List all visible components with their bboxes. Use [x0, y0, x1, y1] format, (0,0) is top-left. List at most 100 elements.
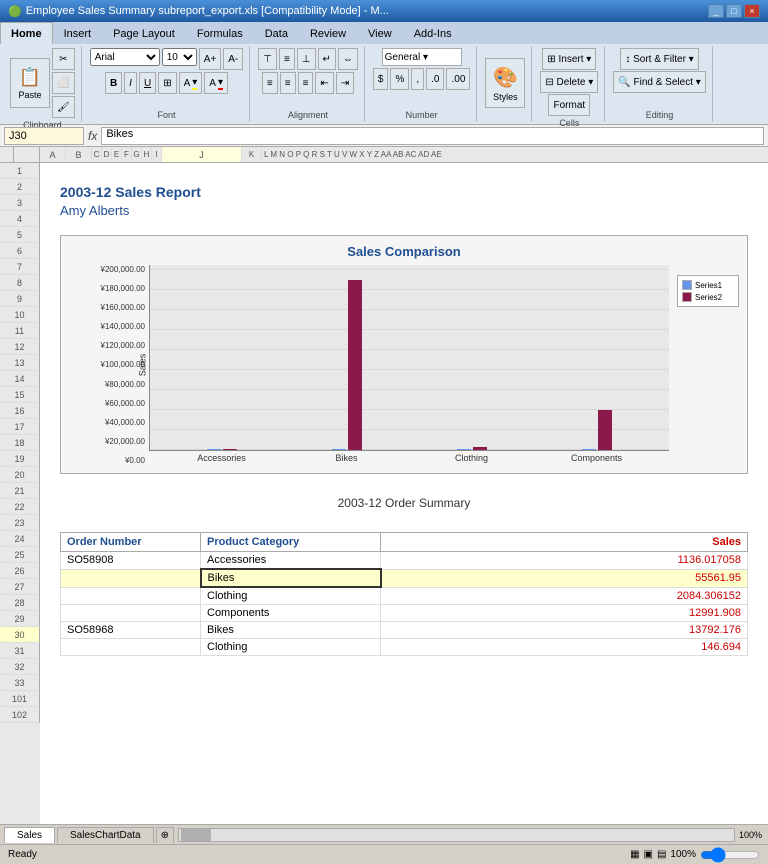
tab-add-ins[interactable]: Add-Ins [403, 22, 463, 44]
wrap-text-button[interactable]: ↵ [318, 48, 336, 70]
font-size-select[interactable]: 10 [162, 48, 197, 66]
row-10[interactable]: 10 [0, 307, 40, 323]
col-header-a[interactable]: A [40, 147, 66, 162]
row-3[interactable]: 3 [0, 195, 40, 211]
row-21[interactable]: 21 [0, 483, 40, 499]
row-11[interactable]: 11 [0, 323, 40, 339]
tab-data[interactable]: Data [254, 22, 299, 44]
underline-button[interactable]: U [139, 72, 156, 94]
close-button[interactable]: × [744, 4, 760, 18]
row-1[interactable]: 1 [0, 163, 40, 179]
col-header-d[interactable]: D [102, 147, 112, 162]
view-normal-icon[interactable]: ▦ [630, 849, 639, 860]
row-7[interactable]: 7 [0, 259, 40, 275]
tab-view[interactable]: View [357, 22, 403, 44]
row-4[interactable]: 4 [0, 211, 40, 227]
increase-indent-button[interactable]: ⇥ [336, 72, 354, 94]
row-15[interactable]: 15 [0, 387, 40, 403]
tab-home[interactable]: Home [0, 22, 53, 44]
col-header-g[interactable]: G [132, 147, 142, 162]
tab-formulas[interactable]: Formulas [186, 22, 254, 44]
col-header-c[interactable]: C [92, 147, 102, 162]
delete-button[interactable]: ⊟ Delete ▾ [540, 71, 598, 93]
row-102[interactable]: 102 [0, 707, 40, 723]
row-24[interactable]: 24 [0, 531, 40, 547]
row-5[interactable]: 5 [0, 227, 40, 243]
zoom-slider[interactable] [700, 849, 760, 861]
decrease-font-button[interactable]: A- [223, 48, 243, 70]
view-break-icon[interactable]: ▤ [657, 849, 666, 860]
align-right-button[interactable]: ≡ [298, 72, 314, 94]
increase-font-button[interactable]: A+ [199, 48, 222, 70]
col-header-e[interactable]: E [112, 147, 122, 162]
border-button[interactable]: ⊞ [158, 72, 176, 94]
col-header-h[interactable]: H [142, 147, 152, 162]
italic-button[interactable]: I [124, 72, 137, 94]
styles-big-button[interactable]: 🎨 Styles [485, 58, 525, 108]
font-color-button[interactable]: A▾ [204, 72, 228, 94]
format-painter-button[interactable]: 🖌 [52, 96, 75, 118]
row-29[interactable]: 29 [0, 611, 40, 627]
col-header-f[interactable]: F [122, 147, 132, 162]
find-select-button[interactable]: 🔍 Find & Select ▾ [613, 71, 706, 93]
currency-button[interactable]: $ [373, 68, 389, 90]
row-9[interactable]: 9 [0, 291, 40, 307]
tab-page-layout[interactable]: Page Layout [102, 22, 186, 44]
cell-reference-box[interactable]: J30 [4, 127, 84, 145]
col-header-i[interactable]: I [152, 147, 162, 162]
row-2[interactable]: 2 [0, 179, 40, 195]
col-header-b[interactable]: B [66, 147, 92, 162]
view-layout-icon[interactable]: ▣ [644, 849, 653, 860]
row-12[interactable]: 12 [0, 339, 40, 355]
sort-filter-button[interactable]: ↕ Sort & Filter ▾ [620, 48, 698, 70]
row-33[interactable]: 33 [0, 675, 40, 691]
merge-center-button[interactable]: ⇔ [338, 48, 358, 70]
font-family-select[interactable]: Arial [90, 48, 160, 66]
maximize-button[interactable]: □ [726, 4, 742, 18]
insert-button[interactable]: ⊞ Insert ▾ [542, 48, 596, 70]
sheet-tab-plus[interactable]: ⊕ [156, 827, 174, 843]
title-bar-controls[interactable]: _ □ × [708, 4, 760, 18]
row-14[interactable]: 14 [0, 371, 40, 387]
row-32[interactable]: 32 [0, 659, 40, 675]
tab-insert[interactable]: Insert [53, 22, 103, 44]
align-middle-button[interactable]: ≡ [279, 48, 295, 70]
bold-button[interactable]: B [105, 72, 122, 94]
fill-color-button[interactable]: A▾ [179, 72, 203, 94]
copy-button[interactable]: ⬜ [52, 72, 75, 94]
horizontal-scrollbar[interactable] [178, 828, 735, 842]
percent-button[interactable]: % [390, 68, 409, 90]
row-17[interactable]: 17 [0, 419, 40, 435]
tab-review[interactable]: Review [299, 22, 357, 44]
formula-input[interactable]: Bikes [101, 127, 764, 145]
cell-category-1-active[interactable]: Bikes [201, 569, 381, 587]
row-101[interactable]: 101 [0, 691, 40, 707]
row-13[interactable]: 13 [0, 355, 40, 371]
row-19[interactable]: 19 [0, 451, 40, 467]
row-18[interactable]: 18 [0, 435, 40, 451]
decrease-indent-button[interactable]: ⇤ [315, 72, 333, 94]
row-26[interactable]: 26 [0, 563, 40, 579]
decrease-decimal-button[interactable]: .0 [426, 68, 444, 90]
row-22[interactable]: 22 [0, 499, 40, 515]
row-20[interactable]: 20 [0, 467, 40, 483]
row-31[interactable]: 31 [0, 643, 40, 659]
number-format-box[interactable]: General ▾ [382, 48, 462, 66]
row-25[interactable]: 25 [0, 547, 40, 563]
col-header-k[interactable]: K [242, 147, 262, 162]
align-bottom-button[interactable]: ⊥ [297, 48, 316, 70]
row-27[interactable]: 27 [0, 579, 40, 595]
row-6[interactable]: 6 [0, 243, 40, 259]
scrollbar-thumb[interactable] [181, 829, 211, 841]
row-28[interactable]: 28 [0, 595, 40, 611]
sheet-tab-saleschartdata[interactable]: SalesChartData [57, 827, 154, 843]
row-30-active[interactable]: 30 [0, 627, 40, 643]
paste-button[interactable]: 📋 Paste [10, 58, 50, 108]
align-left-button[interactable]: ≡ [262, 72, 278, 94]
row-16[interactable]: 16 [0, 403, 40, 419]
row-23[interactable]: 23 [0, 515, 40, 531]
col-header-j[interactable]: J [162, 147, 242, 162]
align-center-button[interactable]: ≡ [280, 72, 296, 94]
cut-button[interactable]: ✂ [52, 48, 75, 70]
increase-decimal-button[interactable]: .00 [446, 68, 470, 90]
